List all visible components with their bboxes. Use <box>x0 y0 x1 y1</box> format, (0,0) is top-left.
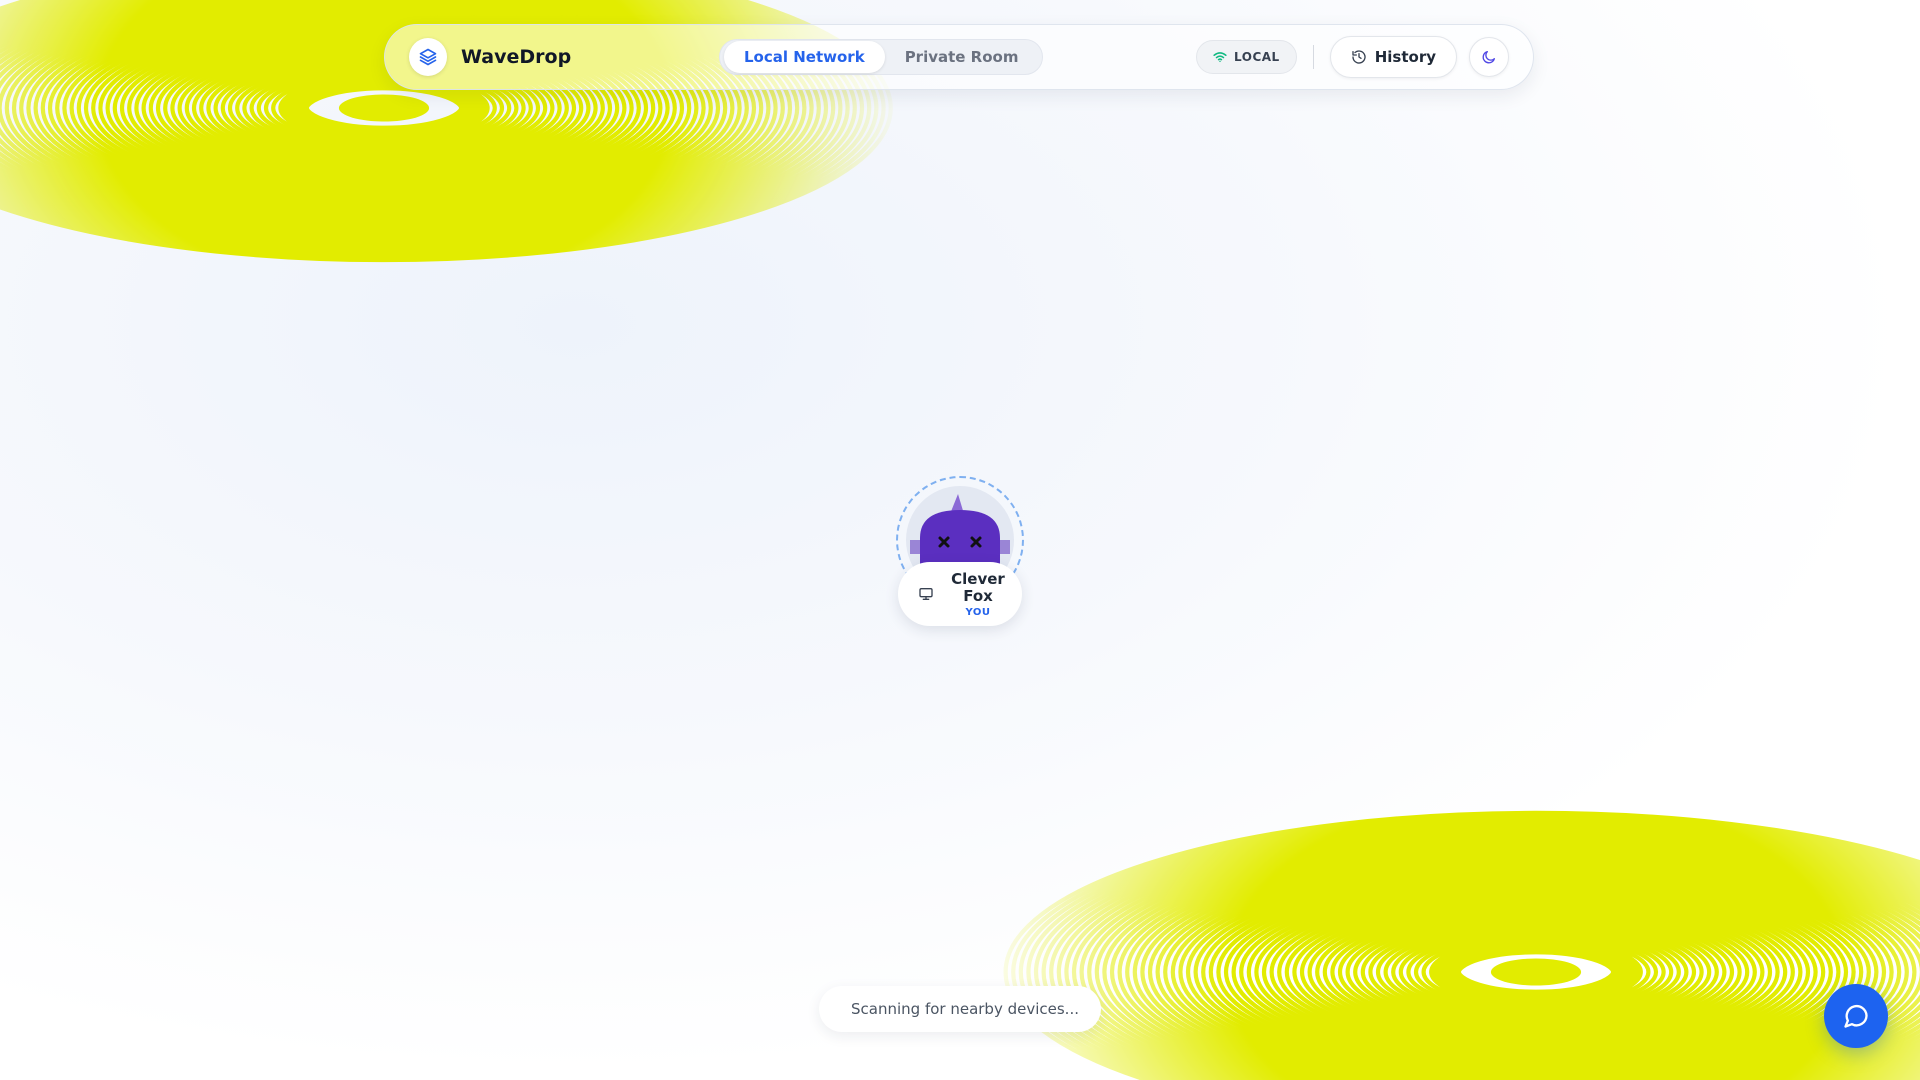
ripple-core <box>1490 958 1582 986</box>
ripple-group-bottom-right <box>1003 810 1920 1080</box>
chat-button[interactable] <box>1824 984 1888 1048</box>
network-mode-tabs: Local Network Private Room <box>719 39 1044 75</box>
theme-toggle-button[interactable] <box>1469 37 1509 77</box>
connection-mode-badge: LOCAL <box>1196 40 1297 74</box>
layers-icon <box>409 38 447 76</box>
ripple-core <box>338 94 430 122</box>
brand: WaveDrop <box>409 38 729 76</box>
device-text: Clever Fox YOU <box>948 569 1008 618</box>
tab-local-network[interactable]: Local Network <box>724 40 885 73</box>
history-icon <box>1352 50 1366 64</box>
wifi-icon <box>1213 52 1227 63</box>
connection-mode-label: LOCAL <box>1234 50 1280 64</box>
top-navigation-bar: WaveDrop Local Network Private Room LOCA… <box>384 24 1534 90</box>
device-name: Clever Fox <box>951 569 1005 605</box>
scanning-status: Scanning for nearby devices... <box>819 986 1101 1032</box>
scanning-status-text: Scanning for nearby devices... <box>851 1000 1079 1018</box>
device-label-card: Clever Fox YOU <box>898 562 1022 626</box>
toolbar-divider <box>1312 45 1314 69</box>
self-device-node[interactable]: Clever Fox YOU <box>896 476 1024 628</box>
history-label: History <box>1374 48 1436 66</box>
moon-icon <box>1482 51 1495 64</box>
you-badge: YOU <box>965 606 991 618</box>
history-button[interactable]: History <box>1329 36 1457 78</box>
chat-bubble-icon <box>1844 1004 1868 1028</box>
tab-private-room[interactable]: Private Room <box>885 41 1039 73</box>
app-name: WaveDrop <box>461 46 572 68</box>
monitor-icon <box>919 588 933 600</box>
